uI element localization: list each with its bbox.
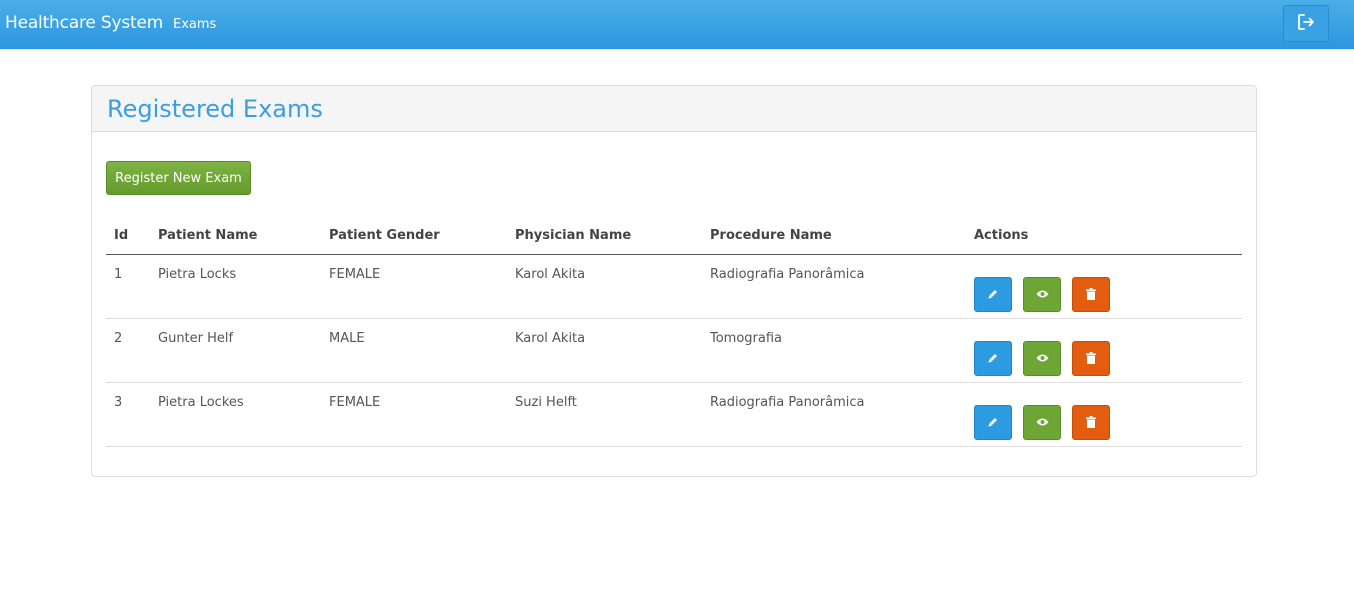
cell-physician-name: Suzi Helft xyxy=(507,382,702,447)
top-navbar: Healthcare System Exams xyxy=(0,0,1354,49)
cell-actions xyxy=(966,318,1242,383)
cell-actions xyxy=(966,254,1242,319)
header-patient-name: Patient Name xyxy=(150,218,321,255)
pencil-icon xyxy=(988,290,997,299)
view-button[interactable] xyxy=(1023,276,1061,312)
header-id: Id xyxy=(106,218,150,255)
delete-button[interactable] xyxy=(1072,276,1110,312)
cell-patient-name: Pietra Locks xyxy=(150,254,321,319)
cell-patient-gender: FEMALE xyxy=(321,382,507,447)
exams-panel: Registered Exams Register New Exam Id Pa… xyxy=(91,85,1257,477)
table-header-row: Id Patient Name Patient Gender Physician… xyxy=(106,218,1242,255)
delete-button[interactable] xyxy=(1072,404,1110,440)
edit-button[interactable] xyxy=(974,276,1012,312)
cell-patient-name: Pietra Lockes xyxy=(150,382,321,447)
cell-patient-gender: MALE xyxy=(321,318,507,383)
table-row: 2 Gunter Helf MALE Karol Akita Tomografi… xyxy=(106,318,1242,383)
table-row: 1 Pietra Locks FEMALE Karol Akita Radiog… xyxy=(106,254,1242,319)
cell-procedure-name: Tomografia xyxy=(702,318,966,383)
view-button[interactable] xyxy=(1023,404,1061,440)
cell-id: 3 xyxy=(106,382,150,447)
cell-physician-name: Karol Akita xyxy=(507,318,702,383)
eye-icon xyxy=(1036,418,1048,426)
logout-icon xyxy=(1296,12,1316,36)
logout-button[interactable] xyxy=(1283,5,1329,42)
pencil-icon xyxy=(988,418,997,427)
cell-procedure-name: Radiografia Panorâmica xyxy=(702,382,966,447)
cell-physician-name: Karol Akita xyxy=(507,254,702,319)
register-new-exam-button[interactable]: Register New Exam xyxy=(106,161,251,195)
edit-button[interactable] xyxy=(974,404,1012,440)
header-physician-name: Physician Name xyxy=(507,218,702,255)
header-patient-gender: Patient Gender xyxy=(321,218,507,255)
cell-actions xyxy=(966,382,1242,447)
table-row: 3 Pietra Lockes FEMALE Suzi Helft Radiog… xyxy=(106,382,1242,447)
trash-icon xyxy=(1086,352,1096,364)
cell-id: 1 xyxy=(106,254,150,319)
pencil-icon xyxy=(988,354,997,363)
trash-icon xyxy=(1086,416,1096,428)
edit-button[interactable] xyxy=(974,340,1012,376)
header-actions: Actions xyxy=(966,218,1242,255)
eye-icon xyxy=(1036,290,1048,298)
trash-icon xyxy=(1086,288,1096,300)
panel-heading: Registered Exams xyxy=(92,86,1256,132)
page-title: Registered Exams xyxy=(107,95,323,123)
view-button[interactable] xyxy=(1023,340,1061,376)
nav-link-exams[interactable]: Exams xyxy=(173,17,216,32)
brand-link[interactable]: Healthcare System xyxy=(5,13,163,33)
cell-id: 2 xyxy=(106,318,150,383)
exams-table: Id Patient Name Patient Gender Physician… xyxy=(106,218,1242,447)
cell-patient-gender: FEMALE xyxy=(321,254,507,319)
cell-procedure-name: Radiografia Panorâmica xyxy=(702,254,966,319)
delete-button[interactable] xyxy=(1072,340,1110,376)
cell-patient-name: Gunter Helf xyxy=(150,318,321,383)
header-procedure-name: Procedure Name xyxy=(702,218,966,255)
eye-icon xyxy=(1036,354,1048,362)
